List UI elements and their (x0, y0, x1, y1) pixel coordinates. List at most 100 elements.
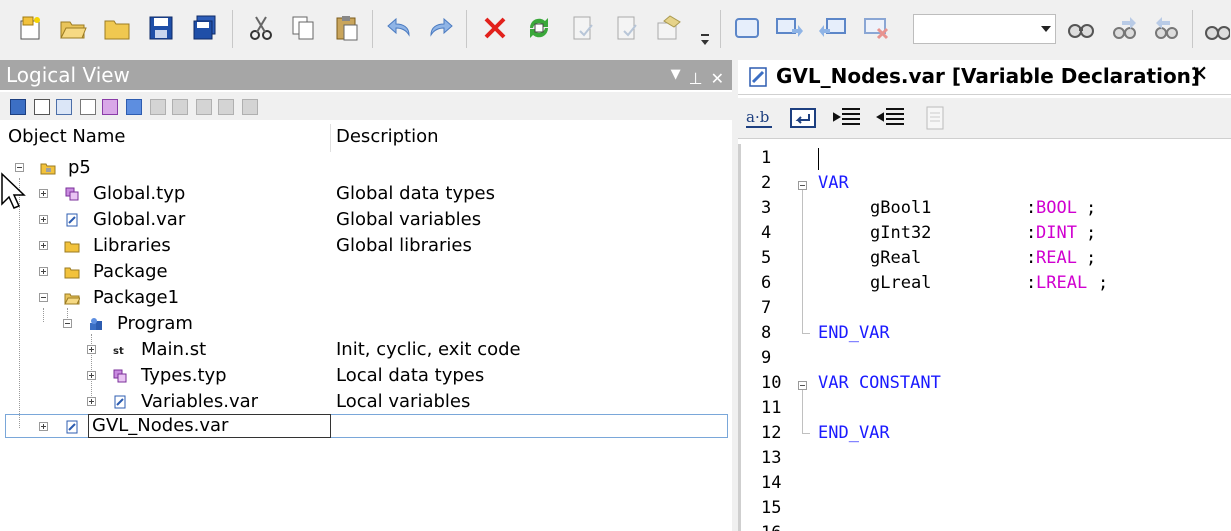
code-editor[interactable]: 1 2 3 4 5 6 7 8 9 10 11 12 13 14 15 16 V… (738, 144, 1231, 531)
fold-toggle-icon[interactable] (798, 181, 807, 190)
tree-row-package[interactable]: Package (0, 259, 732, 285)
forward-message-icon[interactable] (772, 11, 806, 45)
folder-icon[interactable] (100, 11, 134, 45)
line-number: 16 (761, 523, 789, 531)
line-number: 13 (761, 448, 782, 468)
variable-name: gReal (870, 248, 922, 268)
mouse-cursor-icon (1, 172, 26, 209)
view-details-icon[interactable] (56, 99, 72, 115)
search-binoculars-icon[interactable] (1064, 11, 1098, 45)
collapse-icon[interactable] (15, 163, 24, 172)
cut-icon[interactable] (244, 11, 278, 45)
find-more-icon[interactable] (1198, 11, 1231, 45)
outdent-icon[interactable] (876, 104, 906, 132)
tree-row-global-var[interactable]: Global.var Global variables (0, 207, 732, 233)
fold-toggle-icon[interactable] (798, 381, 807, 390)
collapse-icon[interactable] (39, 293, 48, 302)
tree-row-variables-var[interactable]: Variables.var Local variables (0, 389, 732, 415)
tree-row-libraries[interactable]: Libraries Global libraries (0, 233, 732, 259)
find-previous-icon[interactable] (1150, 11, 1184, 45)
svg-text:st: st (113, 346, 124, 357)
fold-line (802, 333, 810, 334)
fold-line (802, 190, 803, 333)
properties-icon[interactable] (652, 11, 686, 45)
expand-icon[interactable] (39, 422, 48, 431)
reply-message-icon[interactable] (816, 11, 850, 45)
line-number: 3 (761, 198, 772, 218)
move-icon[interactable] (150, 99, 166, 115)
fold-line (802, 433, 810, 434)
toolbar-overflow-icon[interactable] (700, 30, 710, 50)
expand-icon[interactable] (87, 371, 96, 380)
link-icon[interactable] (196, 99, 212, 115)
data-type-icon[interactable] (102, 99, 118, 115)
paste-icon[interactable] (330, 11, 364, 45)
tree-row-types-typ[interactable]: Types.typ Local data types (0, 363, 732, 389)
check-out-icon[interactable] (610, 11, 644, 45)
tree-row-package1[interactable]: Package1 (0, 285, 732, 311)
panel-menu-icon[interactable]: ▼ (671, 64, 681, 94)
save-icon[interactable] (144, 11, 178, 45)
column-divider[interactable] (330, 124, 331, 152)
expand-icon[interactable] (39, 189, 48, 198)
logical-view-panel: Logical View ▼ ⊥ ✕ Object Name Descripti… (0, 60, 732, 531)
variable-name: gBool1 (870, 198, 932, 218)
new-project-icon[interactable] (14, 11, 48, 45)
collapse-icon[interactable] (63, 319, 72, 328)
editor-tab[interactable]: GVL_Nodes.var [Variable Declaration] ✕ (738, 60, 1231, 95)
tree-row-global-typ[interactable]: Global.typ Global data types (0, 181, 732, 207)
redo-icon[interactable] (424, 11, 458, 45)
add-object-icon[interactable] (10, 99, 26, 115)
code-colon: : (1026, 248, 1037, 268)
expand-icon[interactable] (39, 241, 48, 250)
expand-icon[interactable] (39, 215, 48, 224)
refresh-icon[interactable] (522, 11, 556, 45)
close-icon[interactable]: ✕ (711, 64, 724, 94)
table-mode-icon[interactable] (788, 104, 818, 132)
expand-icon[interactable] (87, 345, 96, 354)
tree-item-label: Variables.var (141, 391, 259, 412)
tree-item-label: Global.typ (93, 183, 186, 204)
close-icon[interactable]: ✕ (1190, 62, 1208, 87)
tree-row-p5[interactable]: p5 (0, 155, 732, 181)
search-combo[interactable] (913, 14, 1056, 44)
pin-icon[interactable]: ⊥ (689, 64, 703, 94)
find-next-icon[interactable] (1108, 11, 1142, 45)
view-large-icon[interactable] (34, 99, 50, 115)
tree-row-program[interactable]: Program (0, 311, 732, 337)
code-colon: : (1026, 273, 1037, 293)
indent-icon[interactable] (832, 104, 862, 132)
copy-icon[interactable] (286, 11, 320, 45)
page-icon[interactable] (920, 104, 950, 132)
remove-message-icon[interactable] (860, 11, 894, 45)
column-header-description[interactable]: Description (336, 126, 439, 147)
tree-item-description: Global data types (336, 183, 495, 204)
line-number: 9 (761, 348, 772, 368)
unlink-icon[interactable] (242, 99, 258, 115)
delete-icon[interactable] (478, 11, 512, 45)
rename-input[interactable]: GVL_Nodes.var (88, 414, 331, 438)
tree-item-label: Types.typ (141, 365, 227, 386)
print-icon[interactable] (218, 99, 234, 115)
line-number: 5 (761, 248, 772, 268)
undo-icon[interactable] (382, 11, 416, 45)
logical-view-title: Logical View (6, 63, 130, 87)
line-number: 11 (761, 398, 782, 418)
view-list-icon[interactable] (80, 99, 96, 115)
chevron-down-icon[interactable] (1041, 26, 1051, 32)
variable-file-icon (114, 395, 126, 409)
window-icon[interactable] (730, 11, 764, 45)
check-in-icon[interactable] (566, 11, 600, 45)
main-toolbar (0, 0, 1231, 61)
edit-icon[interactable] (172, 99, 188, 115)
open-folder-icon[interactable] (56, 11, 90, 45)
variable-name: gInt32 (870, 223, 932, 243)
save-all-icon[interactable] (188, 11, 222, 45)
expand-icon[interactable] (87, 397, 96, 406)
column-header-name[interactable]: Object Name (8, 126, 125, 147)
tree-header: Object Name Description (0, 124, 732, 152)
tree-row-main-st[interactable]: st Main.st Init, cyclic, exit code (0, 337, 732, 363)
variable-file-icon[interactable] (126, 99, 142, 115)
expand-icon[interactable] (39, 267, 48, 276)
text-mode-icon[interactable]: a·b (744, 104, 774, 132)
